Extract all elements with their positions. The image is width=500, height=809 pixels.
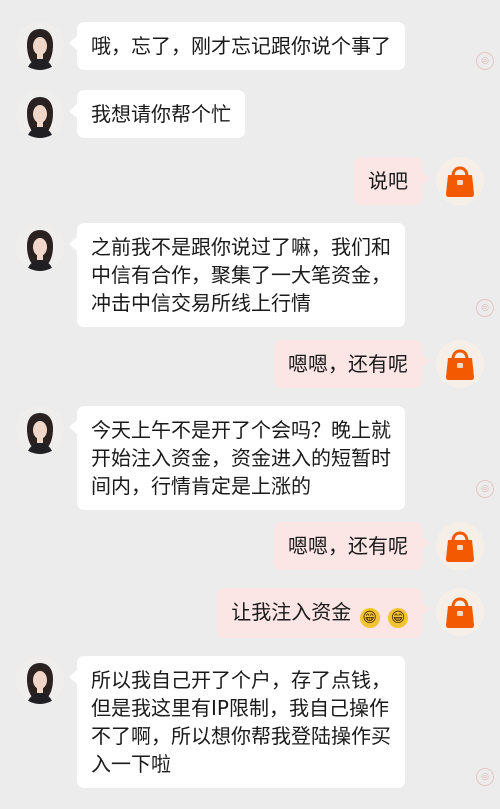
message-text: 嗯嗯，还有呢	[288, 534, 408, 558]
contact-avatar[interactable]	[16, 223, 64, 271]
message-text-content: 让我注入资金	[231, 600, 352, 624]
grinning-face-emoji: 😁	[359, 608, 380, 628]
woman-portrait-avatar-icon	[16, 406, 64, 454]
chat-area: 哦，忘了，刚才忘记跟你说个事了 我想请你帮个忙 说吧 之前我不是跟你说过了嘛，我…	[0, 0, 500, 809]
woman-portrait-avatar-icon	[16, 22, 64, 70]
message-text: 不了啊，所以想你帮我登陆操作买	[91, 724, 391, 748]
message-text: 今天上午不是开了个会吗？晚上就	[91, 418, 391, 442]
message-bubble: 之前我不是跟你说过了嘛，我们和 中信有合作，聚集了一大笔资金， 冲击中信交易所线…	[69, 223, 405, 327]
message-text: 让我注入资金 😁 😁	[231, 598, 408, 628]
message-bubble: 让我注入资金 😁 😁	[217, 588, 430, 638]
message-text: 嗯嗯，还有呢	[288, 352, 408, 376]
circular-watermark-icon: ◎	[476, 52, 494, 70]
orange-handbag-icon	[436, 588, 484, 636]
message-text: 我想请你帮个忙	[91, 102, 231, 126]
woman-portrait-avatar-icon	[16, 656, 64, 704]
orange-handbag-icon	[436, 340, 484, 388]
grinning-face-emoji: 😁	[388, 608, 408, 628]
circular-watermark-icon: ◎	[476, 768, 494, 786]
message-bubble: 嗯嗯，还有呢	[274, 522, 430, 570]
message-text: 入一下啦	[91, 752, 171, 776]
message-text: 中信有合作，聚集了一大笔资金，	[91, 263, 391, 287]
message-bubble: 今天上午不是开了个会吗？晚上就 开始注入资金，资金进入的短暂时 间内，行情肯定是…	[69, 406, 405, 510]
user-avatar[interactable]	[436, 340, 484, 388]
circular-watermark-icon: ◎	[476, 480, 494, 498]
message-text: 说吧	[368, 169, 408, 193]
message-bubble: 嗯嗯，还有呢	[274, 340, 430, 388]
message-bubble: 我想请你帮个忙	[69, 90, 245, 138]
message-text: 开始注入资金，资金进入的短暂时	[91, 446, 391, 470]
orange-handbag-icon	[436, 157, 484, 205]
message-text: 之前我不是跟你说过了嘛，我们和	[91, 235, 391, 259]
message-text: 哦，忘了，刚才忘记跟你说个事了	[91, 34, 391, 58]
user-avatar[interactable]	[436, 157, 484, 205]
woman-portrait-avatar-icon	[16, 223, 64, 271]
contact-avatar[interactable]	[16, 656, 64, 704]
message-bubble: 哦，忘了，刚才忘记跟你说个事了	[69, 22, 405, 70]
contact-avatar[interactable]	[16, 90, 64, 138]
contact-avatar[interactable]	[16, 406, 64, 454]
circular-watermark-icon: ◎	[476, 299, 494, 317]
user-avatar[interactable]	[436, 588, 484, 636]
orange-handbag-icon	[436, 522, 484, 570]
user-avatar[interactable]	[436, 522, 484, 570]
message-text: 间内，行情肯定是上涨的	[91, 474, 311, 498]
message-bubble: 所以我自己开了个户，存了点钱， 但是我这里有IP限制，我自己操作 不了啊，所以想…	[69, 656, 405, 788]
message-text: 所以我自己开了个户，存了点钱，	[91, 668, 391, 692]
message-bubble: 说吧	[354, 157, 430, 205]
message-text: 但是我这里有IP限制，我自己操作	[91, 696, 389, 720]
message-text: 冲击中信交易所线上行情	[91, 291, 311, 315]
contact-avatar[interactable]	[16, 22, 64, 70]
woman-portrait-avatar-icon	[16, 90, 64, 138]
